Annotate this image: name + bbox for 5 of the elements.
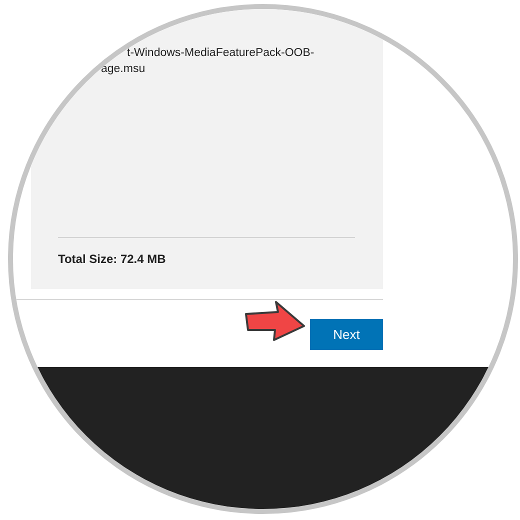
total-size-label: Total Size: 72.4 MB (58, 251, 167, 267)
file-name-text: t-Windows-MediaFeaturePack-OOB- (127, 46, 314, 61)
arrow-icon (244, 300, 306, 342)
file-name-text: age.msu (101, 62, 146, 77)
next-button[interactable]: Next (310, 319, 383, 350)
